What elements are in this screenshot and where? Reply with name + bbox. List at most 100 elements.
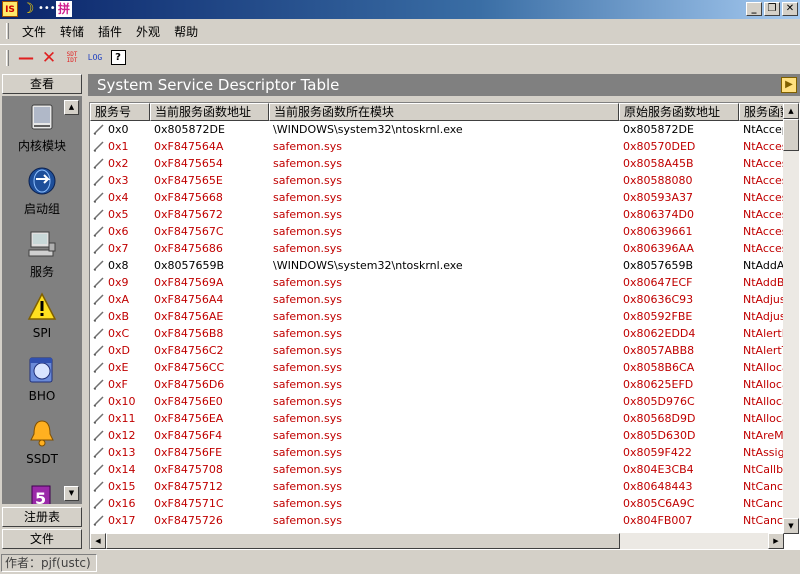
table-row[interactable]: 0xB 0xF84756AE safemon.sys 0x80592FBE NtAdju… [90, 308, 784, 325]
table-row[interactable]: 0xC 0xF84756B8 safemon.sys 0x8062EDD4 NtAler… [90, 325, 784, 342]
service-id-text: 0xD [108, 344, 130, 357]
table-row[interactable]: 0x7 0xF8475686 safemon.sys 0x806396AA NtAcce… [90, 240, 784, 257]
scroll-down-button[interactable]: ▼ [783, 518, 799, 534]
table-row[interactable]: 0x6 0xF847567C safemon.sys 0x80639661 NtAcce… [90, 223, 784, 240]
cell-current-address: 0xF847571C [154, 497, 224, 510]
pencil-icon [93, 447, 104, 458]
sidebar-scroll-down[interactable]: ▼ [64, 486, 79, 501]
cell-function-name: NtAcces [743, 191, 784, 204]
cell-current-address: 0xF84756EA [154, 412, 224, 425]
column-header-original-address[interactable]: 原始服务函数地址 [619, 103, 739, 121]
cell-original-address: 0x806374D0 [623, 208, 694, 221]
service-id-text: 0x6 [108, 225, 129, 238]
table-row[interactable]: 0x15 0xF8475712 safemon.sys 0x80648443 NtCan… [90, 478, 784, 495]
sidebar-section-files[interactable]: 文件 [2, 529, 82, 549]
close-button[interactable]: ✕ [782, 2, 798, 16]
table-row[interactable]: 0x4 0xF8475668 safemon.sys 0x80593A37 NtAcce… [90, 189, 784, 206]
pencil-icon [93, 141, 104, 152]
service-id-text: 0x10 [108, 395, 136, 408]
table-row[interactable]: 0x12 0xF84756F4 safemon.sys 0x805D630D NtAre… [90, 427, 784, 444]
table-row[interactable]: 0x13 0xF84756FE safemon.sys 0x8059F422 NtAss… [90, 444, 784, 461]
horizontal-scroll-thumb[interactable] [106, 533, 620, 549]
table-row[interactable]: 0x16 0xF847571C safemon.sys 0x805C6A9C NtCan… [90, 495, 784, 512]
red-x-icon: ✕ [41, 47, 57, 68]
menu-file[interactable]: 文件 [15, 23, 53, 40]
sidebar-item-bho[interactable]: BHO [2, 354, 82, 403]
restore-button[interactable]: — [15, 47, 37, 69]
cell-current-address: 0xF8475654 [154, 157, 223, 170]
cell-current-address: 0xF84756B8 [154, 327, 224, 340]
table-row[interactable]: 0xF 0xF84756D6 safemon.sys 0x80625EFD NtAllo… [90, 376, 784, 393]
table-row[interactable]: 0x9 0xF847569A safemon.sys 0x80647ECF NtAddB… [90, 274, 784, 291]
minimize-button[interactable]: _ [746, 2, 762, 16]
cell-function-name: NtAcces [743, 157, 784, 170]
svg-text:5: 5 [35, 489, 46, 504]
cell-service-id: 0x14 [90, 461, 150, 478]
cell-service-id: 0x12 [90, 427, 150, 444]
cell-service-id: 0x13 [90, 444, 150, 461]
table-row[interactable]: 0x14 0xF8475708 safemon.sys 0x804E3CB4 NtCal… [90, 461, 784, 478]
cell-original-address: 0x80568D9D [623, 412, 696, 425]
table-row[interactable]: 0x5 0xF8475672 safemon.sys 0x806374D0 NtAcce… [90, 206, 784, 223]
table-row[interactable]: 0xA 0xF84756A4 safemon.sys 0x80636C93 NtAdju… [90, 291, 784, 308]
pencil-icon [93, 430, 104, 441]
sidebar-header-view[interactable]: 查看 [2, 74, 82, 94]
cell-current-address: 0x8057659B [154, 259, 225, 272]
table-row[interactable]: 0x11 0xF84756EA safemon.sys 0x80568D9D NtAll… [90, 410, 784, 427]
cell-service-id: 0x7 [90, 240, 150, 257]
table-row[interactable]: 0x10 0xF84756E0 safemon.sys 0x805D976C NtAll… [90, 393, 784, 410]
cell-original-address: 0x8062EDD4 [623, 327, 696, 340]
sidebar-item-spi[interactable]: SPI [2, 291, 82, 340]
scroll-right-button[interactable]: ▶ [768, 533, 784, 549]
cell-original-address: 0x80636C93 [623, 293, 694, 306]
cell-service-id: 0x16 [90, 495, 150, 512]
sidebar-item-kernel-modules[interactable]: 内核模块 [2, 102, 82, 154]
puzzle-icon[interactable]: 拼 [56, 1, 72, 17]
table-row[interactable]: 0x17 0xF8475726 safemon.sys 0x804FB007 NtCan… [90, 512, 784, 529]
log-button[interactable]: LOG [84, 47, 106, 69]
cell-current-module: safemon.sys [273, 395, 342, 408]
cell-current-address: 0x805872DE [154, 123, 225, 136]
app-icon[interactable]: IS [2, 1, 18, 17]
cell-original-address: 0x80588080 [623, 174, 693, 187]
sidebar-section-registry[interactable]: 注册表 [2, 507, 82, 527]
moon-icon[interactable]: ☽ [20, 1, 36, 17]
table-row[interactable]: 0xD 0xF84756C2 safemon.sys 0x8057ABB8 NtAler… [90, 342, 784, 359]
scroll-up-button[interactable]: ▲ [783, 103, 799, 119]
sidebar-item-ssdt[interactable]: SSDT [2, 417, 82, 466]
table-row[interactable]: 0x3 0xF847565E safemon.sys 0x80588080 NtAcce… [90, 172, 784, 189]
table-row[interactable]: 0x8 0x8057659B \WINDOWS\system32\ntoskrnl.… [90, 257, 784, 274]
menu-dump[interactable]: 转储 [53, 23, 91, 40]
vertical-scroll-thumb[interactable] [783, 119, 799, 151]
service-id-text: 0x4 [108, 191, 129, 204]
table-row[interactable]: 0x0 0x805872DE \WINDOWS\system32\ntoskrnl.… [90, 121, 784, 138]
scroll-left-button[interactable]: ◀ [90, 533, 106, 549]
maximize-button[interactable]: ❐ [764, 2, 780, 16]
sdt-idt-button[interactable]: SDT IDT [61, 47, 83, 69]
pin-icon[interactable]: ▶ [781, 77, 797, 93]
vertical-scrollbar[interactable]: ▲ ▼ [783, 103, 799, 534]
column-header-service-id[interactable]: 服务号 [90, 103, 150, 121]
horizontal-scrollbar[interactable]: ◀ ▶ [90, 533, 784, 549]
menu-appearance[interactable]: 外观 [129, 23, 167, 40]
column-header-function-name[interactable]: 服务函数 [739, 103, 784, 121]
delete-button[interactable]: ✕ [38, 47, 60, 69]
startup-globe-icon [26, 165, 58, 197]
table-row[interactable]: 0x1 0xF847564A safemon.sys 0x80570DED NtAcce… [90, 138, 784, 155]
sidebar-item-startup[interactable]: 启动组 [2, 165, 82, 217]
cell-current-module: \WINDOWS\system32\ntoskrnl.exe [273, 259, 463, 272]
sidebar-item-services[interactable]: 服务 [2, 228, 82, 280]
cell-current-address: 0xF84756D6 [154, 378, 225, 391]
cell-current-module: safemon.sys [273, 225, 342, 238]
menu-plugins[interactable]: 插件 [91, 23, 129, 40]
menu-help[interactable]: 帮助 [167, 23, 205, 40]
service-id-text: 0xF [108, 378, 128, 391]
column-header-current-module[interactable]: 当前服务函数所在模块 [269, 103, 619, 121]
help-button[interactable]: ? [107, 47, 129, 69]
dots-icon[interactable]: ••• [38, 1, 56, 17]
status-bar: 作者：pjf(ustc) [0, 552, 800, 574]
table-row[interactable]: 0x2 0xF8475654 safemon.sys 0x8058A45B NtAcce… [90, 155, 784, 172]
table-row[interactable]: 0xE 0xF84756CC safemon.sys 0x8058B6CA NtAllo… [90, 359, 784, 376]
cell-service-id: 0x0 [90, 121, 150, 138]
column-header-current-address[interactable]: 当前服务函数地址 [150, 103, 269, 121]
